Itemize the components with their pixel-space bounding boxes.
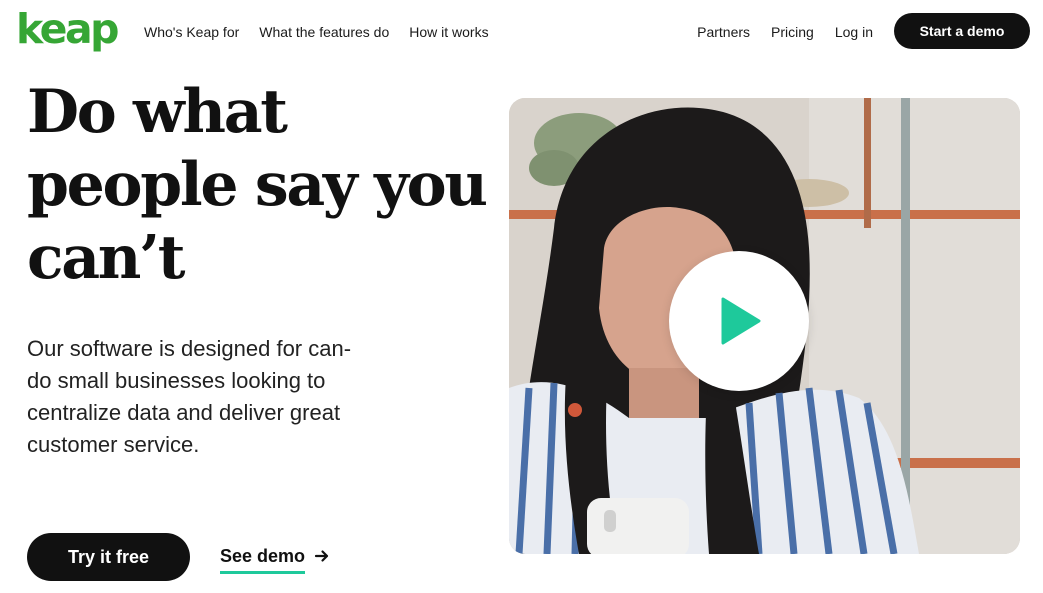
nav-link-features[interactable]: What the features do [259,23,389,41]
nav-link-how-it-works[interactable]: How it works [409,23,488,41]
try-it-free-button[interactable]: Try it free [27,533,190,581]
hero-video[interactable] [509,98,1020,554]
nav-link-pricing[interactable]: Pricing [771,23,814,41]
keap-logo[interactable]: keap [16,4,120,54]
see-demo-link[interactable]: See demo [220,545,330,574]
nav-link-log-in[interactable]: Log in [835,23,873,41]
primary-nav: Who's Keap for What the features do How … [144,23,489,41]
nav-link-partners[interactable]: Partners [697,23,750,41]
nav-link-whos-keap-for[interactable]: Who's Keap for [144,23,239,41]
hero-title: Do what people say you can’t [27,77,488,293]
play-icon [721,297,761,345]
secondary-nav: Partners Pricing Log in [697,23,873,41]
arrow-right-icon [314,550,329,562]
see-demo-label: See demo [220,545,306,574]
start-demo-button[interactable]: Start a demo [894,13,1030,49]
hero-description: Our software is designed for can-do smal… [27,336,352,457]
play-button[interactable] [669,251,809,391]
